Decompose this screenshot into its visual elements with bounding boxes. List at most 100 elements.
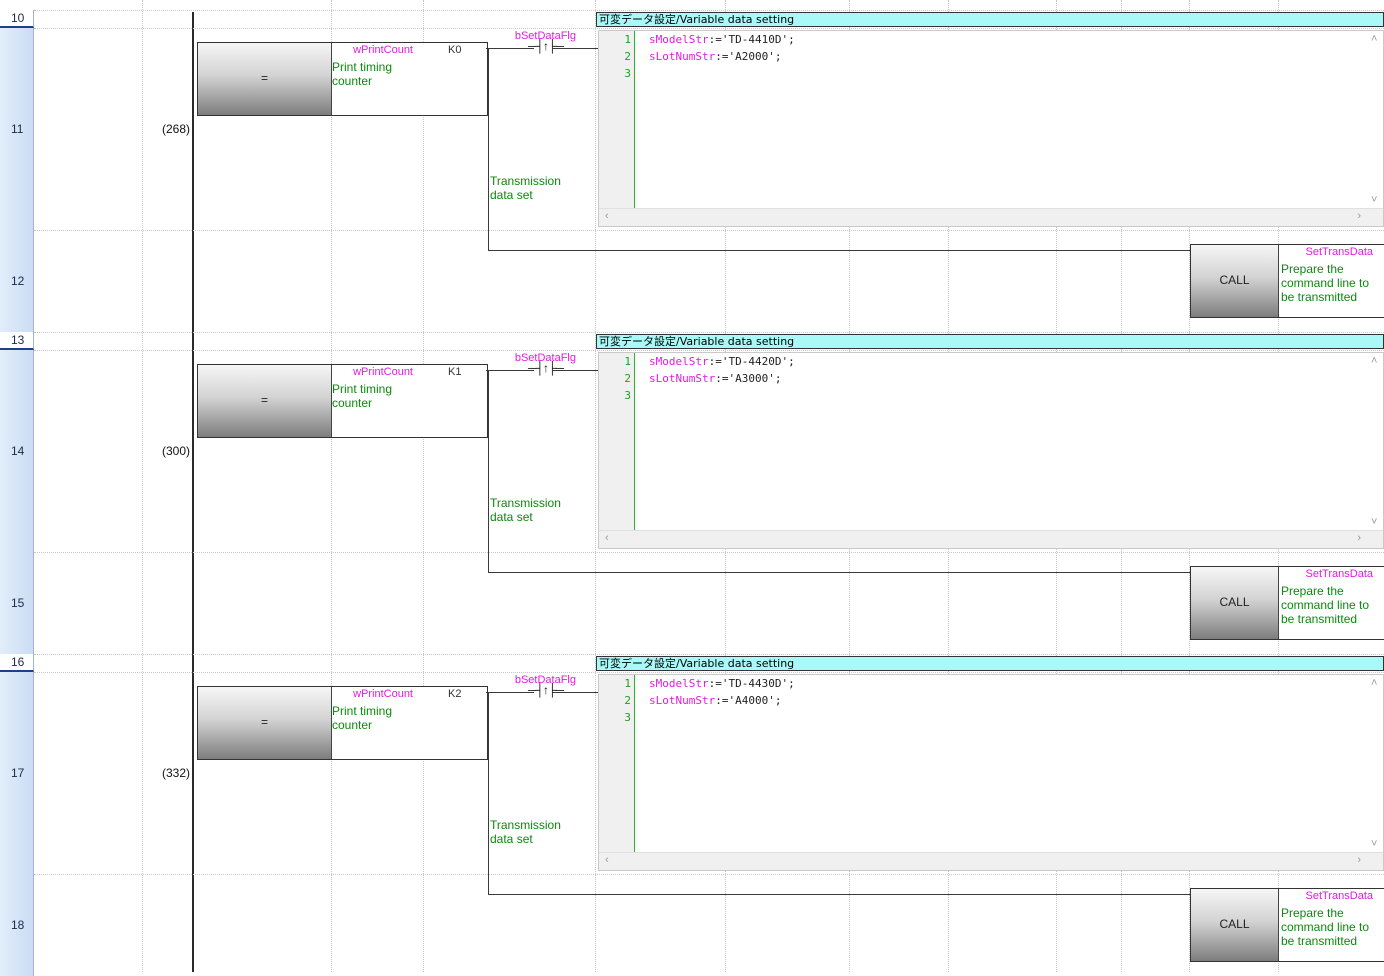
vertical-scrollbar[interactable]: ˄ ˅ — [1367, 353, 1383, 530]
device-comment: counter — [332, 396, 373, 410]
grid-line-horizontal — [34, 350, 1384, 351]
code-line[interactable]: sLotNumStr:='A4000'; — [649, 694, 781, 707]
scroll-right-icon[interactable]: › — [1357, 210, 1361, 222]
coil-comment: Transmission — [490, 496, 561, 510]
rising-edge-contact[interactable]: ─┤↑├─ — [528, 683, 564, 697]
wire — [552, 692, 598, 693]
device-name: wPrintCount — [353, 366, 413, 378]
code-line[interactable]: sModelStr:='TD-4430D'; — [649, 677, 795, 690]
row-number-cell[interactable]: 11 — [0, 28, 34, 230]
wire — [486, 692, 534, 693]
grid-line-vertical — [331, 0, 332, 972]
scroll-up-icon[interactable]: ˄ — [1371, 355, 1377, 367]
horizontal-scrollbar[interactable]: ‹ › — [599, 852, 1383, 870]
compare-operator[interactable]: = — [198, 365, 332, 437]
scroll-left-icon[interactable]: ‹ — [605, 210, 609, 222]
power-rail — [192, 12, 194, 972]
st-code-editor[interactable]: 1 sModelStr:='TD-4430D'; 2 sLotNumStr:='A40… — [598, 674, 1384, 871]
code-variable: sLotNumStr — [649, 694, 716, 707]
code-variable: sModelStr — [649, 355, 709, 368]
line-number: 1 — [624, 355, 631, 368]
compare-operator[interactable]: = — [198, 43, 332, 115]
row-number-cell[interactable]: 17 — [0, 672, 34, 874]
grid-line-horizontal — [34, 552, 1384, 553]
call-comment: be transmitted — [1281, 290, 1358, 304]
call-target: SetTransData — [1305, 568, 1373, 580]
wire — [488, 894, 1191, 895]
device-comment: counter — [332, 74, 373, 88]
scroll-up-icon[interactable]: ˄ — [1371, 33, 1377, 45]
step-number: (268) — [161, 122, 190, 136]
wire — [488, 370, 489, 572]
row-number: 14 — [11, 444, 25, 458]
grid-line-vertical — [595, 0, 596, 972]
code-line[interactable]: sModelStr:='TD-4410D'; — [649, 33, 795, 46]
grid-line-horizontal — [34, 654, 1384, 655]
code-line[interactable]: sLotNumStr:='A2000'; — [649, 50, 781, 63]
call-comment: be transmitted — [1281, 934, 1358, 948]
call-comment: Prepare the — [1281, 262, 1344, 276]
row-number-cell[interactable]: 16 — [0, 654, 34, 672]
row-number-cell[interactable]: 12 — [0, 230, 34, 332]
scroll-down-icon[interactable]: ˅ — [1371, 516, 1377, 528]
rising-edge-contact[interactable]: ─┤↑├─ — [528, 39, 564, 53]
st-code-editor[interactable]: 1 sModelStr:='TD-4410D'; 2 sLotNumStr:='A20… — [598, 30, 1384, 227]
scroll-right-icon[interactable]: › — [1357, 532, 1361, 544]
line-number: 3 — [624, 389, 631, 402]
code-text: :='TD-4410D'; — [708, 33, 795, 46]
st-code-editor[interactable]: 1 sModelStr:='TD-4420D'; 2 sLotNumStr:='A30… — [598, 352, 1384, 549]
scroll-up-icon[interactable]: ˄ — [1371, 677, 1377, 689]
grid-line-vertical — [423, 0, 424, 972]
horizontal-scrollbar[interactable]: ‹ › — [599, 530, 1383, 548]
code-text: :='A2000'; — [715, 50, 782, 63]
horizontal-scrollbar[interactable]: ‹ › — [599, 208, 1383, 226]
line-number: 2 — [624, 50, 631, 63]
device-comment: Print timing — [332, 704, 393, 718]
scroll-left-icon[interactable]: ‹ — [605, 532, 609, 544]
device-name: wPrintCount — [353, 688, 413, 700]
inline-st-header[interactable]: 可変データ設定/Variable data setting — [596, 334, 1384, 349]
grid-line-horizontal — [34, 332, 1384, 333]
call-instruction[interactable]: CALL — [1191, 889, 1279, 961]
row-number: 17 — [11, 766, 25, 780]
code-text: :='TD-4430D'; — [708, 677, 795, 690]
row-number-cell[interactable]: 15 — [0, 552, 34, 654]
scroll-down-icon[interactable]: ˅ — [1371, 838, 1377, 850]
inline-st-header[interactable]: 可変データ設定/Variable data setting — [596, 12, 1384, 27]
scroll-down-icon[interactable]: ˅ — [1371, 194, 1377, 206]
vertical-scrollbar[interactable]: ˄ ˅ — [1367, 675, 1383, 852]
code-line[interactable]: sModelStr:='TD-4420D'; — [649, 355, 795, 368]
step-number: (332) — [161, 766, 190, 780]
vertical-scrollbar[interactable]: ˄ ˅ — [1367, 31, 1383, 208]
code-text: :='A4000'; — [715, 694, 782, 707]
grid-line-horizontal — [34, 28, 1384, 29]
code-text: :='A3000'; — [715, 372, 782, 385]
ladder-editor[interactable]: 10 11 (268) 12 13 14 (300) 15 16 17 (332) 18 可変データ設定… — [0, 0, 1384, 976]
wire — [488, 692, 489, 894]
call-comment: command line to — [1281, 598, 1370, 612]
row-number: 15 — [11, 596, 25, 610]
coil-comment: Transmission — [490, 818, 561, 832]
row-number-cell[interactable]: 10 — [0, 10, 34, 28]
code-variable: sModelStr — [649, 33, 709, 46]
grid-line-vertical — [142, 0, 143, 972]
row-number-cell[interactable]: 18 — [0, 874, 34, 976]
grid-line-horizontal — [34, 672, 1384, 673]
row-number-cell[interactable]: 13 — [0, 332, 34, 350]
grid-line-horizontal — [34, 10, 1384, 11]
inline-st-header[interactable]: 可変データ設定/Variable data setting — [596, 656, 1384, 671]
call-instruction[interactable]: CALL — [1191, 245, 1279, 317]
call-comment: be transmitted — [1281, 612, 1358, 626]
compare-operator[interactable]: = — [198, 687, 332, 759]
rising-edge-contact[interactable]: ─┤↑├─ — [528, 361, 564, 375]
scroll-right-icon[interactable]: › — [1357, 854, 1361, 866]
call-instruction[interactable]: CALL — [1191, 567, 1279, 639]
call-target: SetTransData — [1305, 890, 1373, 902]
row-number-cell[interactable]: 14 — [0, 350, 34, 552]
scroll-left-icon[interactable]: ‹ — [605, 854, 609, 866]
device-name: wPrintCount — [353, 44, 413, 56]
code-variable: sLotNumStr — [649, 372, 716, 385]
device-comment: counter — [332, 718, 373, 732]
code-line[interactable]: sLotNumStr:='A3000'; — [649, 372, 781, 385]
wire — [486, 370, 534, 371]
